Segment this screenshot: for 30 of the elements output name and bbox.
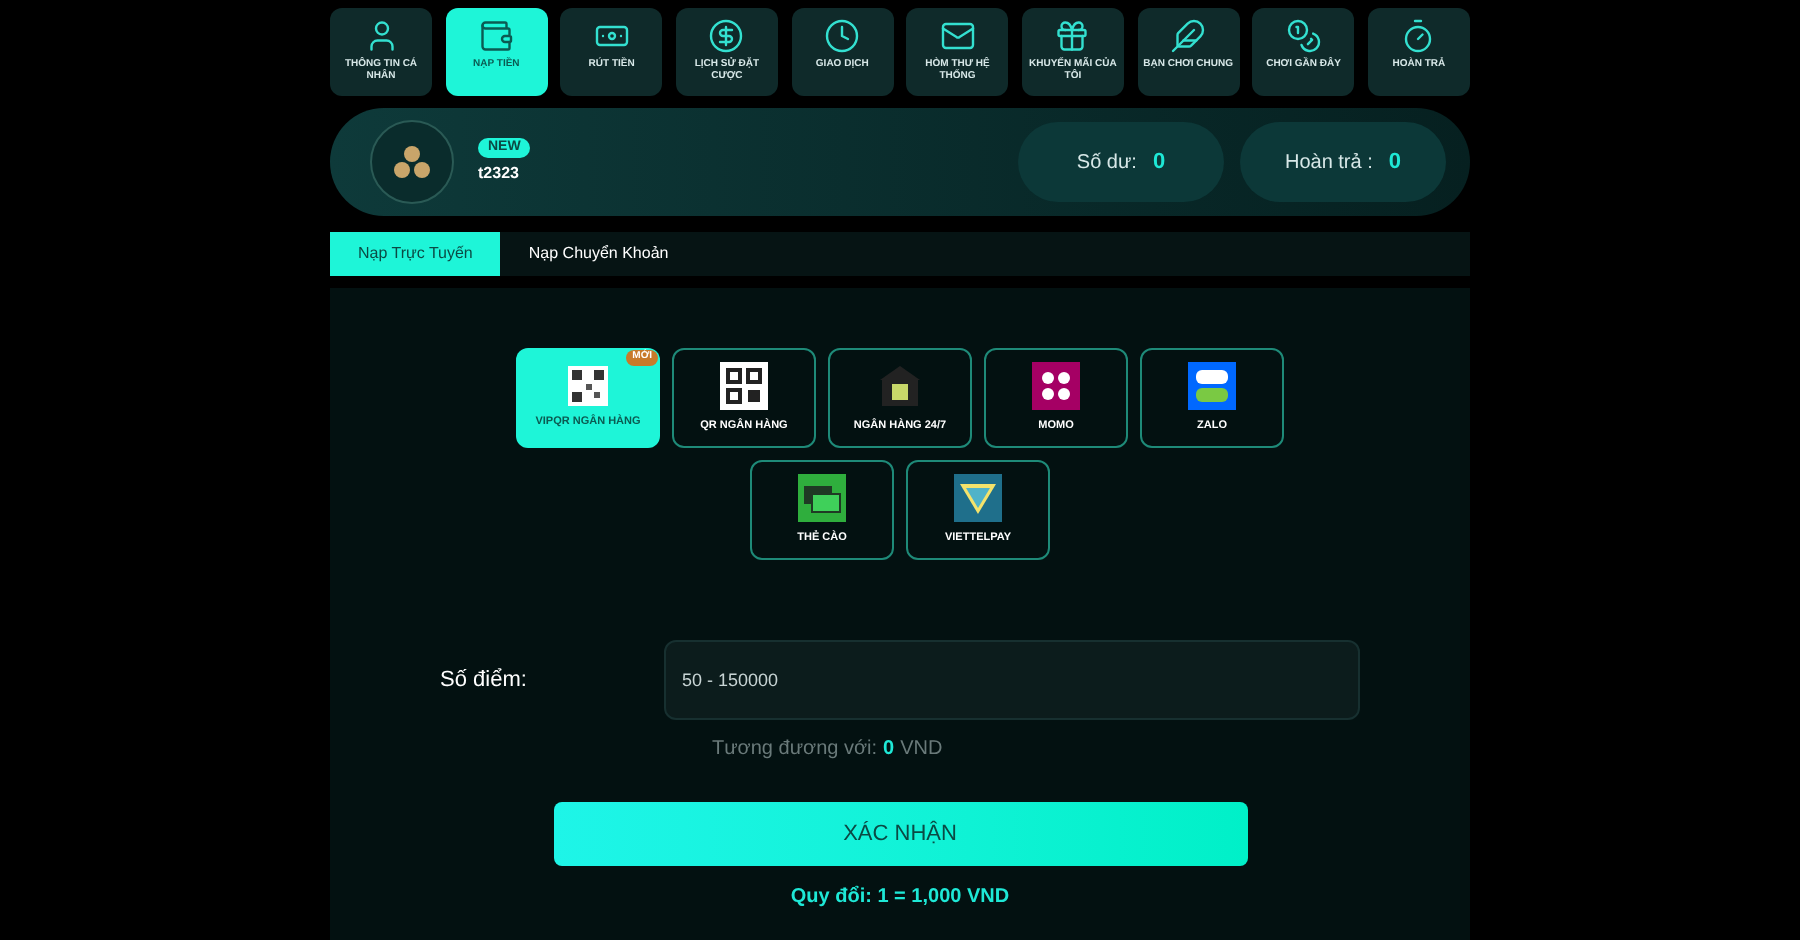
tab[interactable]: Nạp Chuyển Khoản: [500, 232, 697, 276]
qr-code-icon: [720, 361, 768, 410]
stat-label: Hoàn trả :: [1284, 149, 1373, 177]
dollar-circle-icon: [708, 18, 745, 54]
mail-icon: [939, 18, 976, 54]
username: t2323: [478, 162, 519, 187]
avatar-icon: [370, 120, 454, 204]
stat-value: 0: [1388, 147, 1402, 178]
feather-icon: [1170, 18, 1207, 54]
qr-code-icon: [568, 365, 608, 406]
gift-icon: [1054, 18, 1091, 54]
stat-label: Số dư:: [1076, 149, 1137, 177]
momo-logo-icon: [1032, 361, 1080, 410]
points-input[interactable]: 50 - 150000: [664, 640, 1360, 720]
confirm-button[interactable]: XÁC NHẬN: [553, 802, 1247, 866]
viettelpay-logo-icon: [954, 473, 1002, 522]
equivalent-value: 0: [883, 736, 895, 764]
points-label: Số điểm:: [440, 665, 529, 696]
clock-icon: [824, 18, 861, 54]
stat-value: 0: [1152, 147, 1166, 178]
zalo-logo-icon: [1188, 361, 1236, 410]
scratch-card-icon: [798, 473, 846, 522]
wallet-icon: [478, 18, 515, 54]
tab[interactable]: Nạp Trực Tuyến: [330, 232, 501, 276]
exchange-rate: Quy đổi: 1 = 1,000 VND: [790, 883, 1010, 912]
bank-icon: [876, 361, 924, 410]
timer-icon: [1400, 18, 1437, 54]
currency-label: VND: [900, 736, 943, 764]
equivalent-label: Tương đương với:: [712, 736, 878, 764]
coins-icon: [1285, 18, 1322, 54]
